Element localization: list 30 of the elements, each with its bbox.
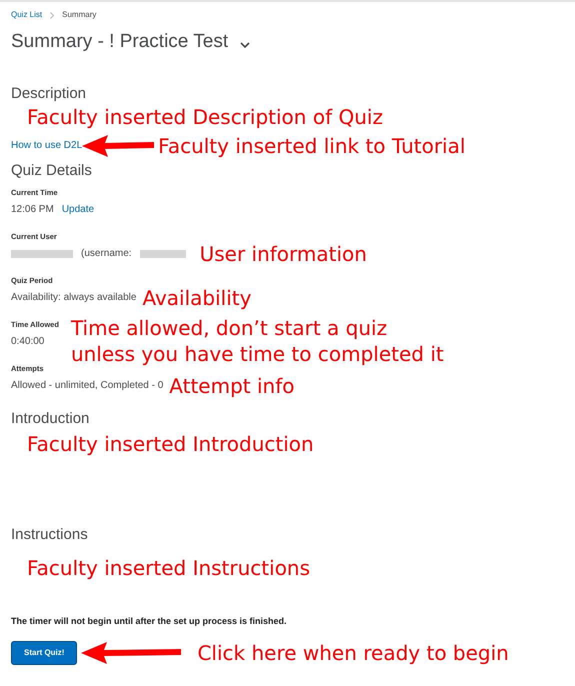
redacted-block — [140, 250, 186, 258]
section-heading: Description — [11, 84, 88, 104]
annotation-text: unless you have time to completed it — [70, 340, 444, 366]
annotation-text: Faculty inserted Introduction — [27, 430, 315, 456]
breadcrumb-link[interactable]: Quiz List — [11, 9, 42, 21]
field-value: (username: — [81, 246, 132, 260]
field-value: Availability: always available — [11, 290, 136, 304]
start-quiz-button[interactable]: Start Quiz! — [11, 641, 78, 665]
redacted-block — [11, 250, 73, 258]
annotation-text: Time allowed, don’t start a quiz — [70, 314, 388, 340]
timer-notice: The timer will not begin until after the set up process is finished. — [11, 614, 288, 628]
annotation-text: Click here when ready to begin — [197, 640, 509, 666]
chevron-right-icon — [50, 12, 54, 18]
section-heading: Instructions — [11, 524, 89, 544]
page-title: Summary - ! Practice Test — [11, 30, 228, 54]
annotation-text: Attempt info — [169, 372, 295, 398]
section-heading: Quiz Details — [11, 160, 93, 180]
tutorial-link[interactable]: How to use D2L — [11, 138, 82, 153]
annotation-text: Faculty inserted link to Tutorial — [158, 132, 466, 158]
field-value: Allowed - unlimited, Completed - 0 — [11, 378, 164, 392]
annotation-text: Faculty inserted Instructions — [27, 554, 312, 580]
field-value: 0:40:00 — [11, 334, 44, 348]
annotation-text: Availability — [142, 284, 252, 310]
annotation-text: Faculty inserted Description of Quiz — [27, 104, 384, 130]
field-value: 12:06 PM — [11, 202, 54, 216]
annotation-text: User information — [200, 240, 367, 266]
section-heading: Introduction — [11, 408, 90, 428]
update-link[interactable]: Update — [62, 202, 94, 216]
breadcrumb-current: Summary — [62, 9, 96, 21]
chevron-down-icon[interactable] — [240, 42, 250, 48]
